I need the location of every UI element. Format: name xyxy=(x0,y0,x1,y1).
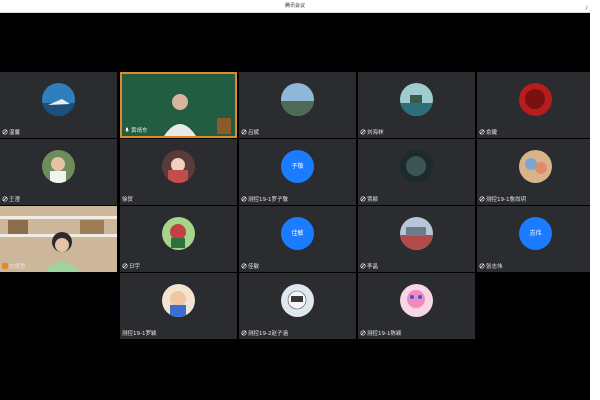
participant-tile[interactable]: 日宇 xyxy=(120,206,237,272)
avatar xyxy=(162,284,195,317)
participant-tile[interactable]: 志伟 张志伟 xyxy=(477,206,590,272)
participant-name-row: 温馨 xyxy=(2,128,20,136)
avatar xyxy=(400,284,433,317)
participant-name-row: 测控19-1罗颖 xyxy=(122,329,156,337)
participant-name: 测控19-1罗子敬 xyxy=(248,197,288,203)
minimize-icon[interactable]: ﾉ xyxy=(585,3,588,15)
participant-name: 贾颖 xyxy=(367,197,379,203)
participant-name-row: 俞婕 xyxy=(479,128,497,136)
mic-muted-icon xyxy=(241,263,247,269)
speaking-indicator-icon xyxy=(2,263,8,269)
avatar xyxy=(162,217,195,250)
text-avatar: 志伟 xyxy=(519,217,552,250)
participant-tile[interactable]: 俞婕 xyxy=(477,72,590,138)
participant-name-row: 测控19-2赵子涵 xyxy=(241,329,288,337)
text-avatar: 佳敏 xyxy=(281,217,314,250)
participant-name-row: 张志伟 xyxy=(479,262,503,270)
participant-name-row: 吕斌 xyxy=(241,128,259,136)
participant-name: 吕斌 xyxy=(248,130,260,136)
avatar xyxy=(519,83,552,116)
participant-name: 王澄 xyxy=(9,197,21,203)
participant-name-row: 刘海林 xyxy=(360,128,384,136)
participant-name: 李晶 xyxy=(367,264,379,270)
participant-name-row: 王澄 xyxy=(2,195,20,203)
meeting-window: 腾讯会议 ﾉ 温馨 黄靖东 吕斌 刘海林 俞婕 王澄 徐贺 子敬 测控19-1罗… xyxy=(0,0,590,400)
mic-muted-icon xyxy=(2,129,8,135)
mic-muted-icon xyxy=(241,330,247,336)
participant-tile[interactable]: 王澄 xyxy=(0,139,117,205)
participant-name: 测控19-2赵子涵 xyxy=(248,331,288,337)
participant-name-row: 方俊思 xyxy=(2,262,26,270)
participant-name: 测控19-1罗颖 xyxy=(122,331,157,337)
participant-tile[interactable]: 方俊思 xyxy=(0,206,117,272)
participant-tile[interactable]: 徐贺 xyxy=(120,139,237,205)
participant-tile[interactable]: 佳敏 佳敏 xyxy=(239,206,356,272)
text-avatar: 子敬 xyxy=(281,150,314,183)
participant-name: 测控19-1陈颖 xyxy=(367,331,402,337)
mic-muted-icon xyxy=(2,196,8,202)
mic-muted-icon xyxy=(360,129,366,135)
participant-tile-active[interactable]: 黄靖东 xyxy=(120,72,237,138)
window-title: 腾讯会议 xyxy=(284,3,305,9)
avatar xyxy=(519,150,552,183)
mic-muted-icon xyxy=(479,196,485,202)
mic-muted-icon xyxy=(479,263,485,269)
participant-grid: 温馨 黄靖东 吕斌 刘海林 俞婕 王澄 徐贺 子敬 测控19-1罗子敬 贾颖 测… xyxy=(0,72,590,340)
participant-name-row: 测控19-1陈颖 xyxy=(360,329,401,337)
avatar xyxy=(42,150,75,183)
participant-name: 测控19-1詹尚玥 xyxy=(486,197,526,203)
participant-name: 黄靖东 xyxy=(131,128,148,134)
mic-muted-icon xyxy=(360,263,366,269)
participant-name-row: 日宇 xyxy=(122,262,140,270)
participant-name: 刘海林 xyxy=(367,130,384,136)
participant-name-row: 李晶 xyxy=(360,262,378,270)
mic-muted-icon xyxy=(122,263,128,269)
participant-name-row: 佳敏 xyxy=(241,262,259,270)
mic-muted-icon xyxy=(241,196,247,202)
participant-tile[interactable]: 温馨 xyxy=(0,72,117,138)
participant-name-row: 徐贺 xyxy=(122,195,133,203)
avatar xyxy=(400,83,433,116)
mic-muted-icon xyxy=(360,330,366,336)
avatar xyxy=(162,150,195,183)
participant-tile[interactable]: 吕斌 xyxy=(239,72,356,138)
participant-name: 徐贺 xyxy=(122,197,134,203)
participant-tile[interactable]: 测控19-1陈颖 xyxy=(358,273,475,339)
participant-name: 佳敏 xyxy=(248,264,260,270)
participant-name: 方俊思 xyxy=(9,264,26,270)
avatar xyxy=(281,284,314,317)
participant-tile[interactable]: 测控19-1罗颖 xyxy=(120,273,237,339)
avatar xyxy=(42,83,75,116)
participant-name: 张志伟 xyxy=(486,264,503,270)
participant-name-row: 贾颖 xyxy=(360,195,378,203)
participant-tile[interactable]: 子敬 测控19-1罗子敬 xyxy=(239,139,356,205)
avatar xyxy=(400,217,433,250)
participant-name-row: 测控19-1罗子敬 xyxy=(241,195,288,203)
mic-muted-icon xyxy=(479,129,485,135)
title-bar: 腾讯会议 ﾉ xyxy=(0,0,590,13)
participant-name-row: 测控19-1詹尚玥 xyxy=(479,195,526,203)
participant-name: 俞婕 xyxy=(486,130,498,136)
participant-tile[interactable]: 测控19-2赵子涵 xyxy=(239,273,356,339)
participant-tile[interactable]: 刘海林 xyxy=(358,72,475,138)
mic-muted-icon xyxy=(241,129,247,135)
participant-tile[interactable]: 贾颖 xyxy=(358,139,475,205)
participant-tile[interactable]: 测控19-1詹尚玥 xyxy=(477,139,590,205)
avatar xyxy=(281,83,314,116)
mic-on-icon xyxy=(124,127,130,133)
participant-tile[interactable]: 李晶 xyxy=(358,206,475,272)
avatar xyxy=(400,150,433,183)
participant-name: 日宇 xyxy=(129,264,141,270)
participant-name-row: 黄靖东 xyxy=(124,126,148,134)
mic-muted-icon xyxy=(360,196,366,202)
participant-name: 温馨 xyxy=(9,130,21,136)
